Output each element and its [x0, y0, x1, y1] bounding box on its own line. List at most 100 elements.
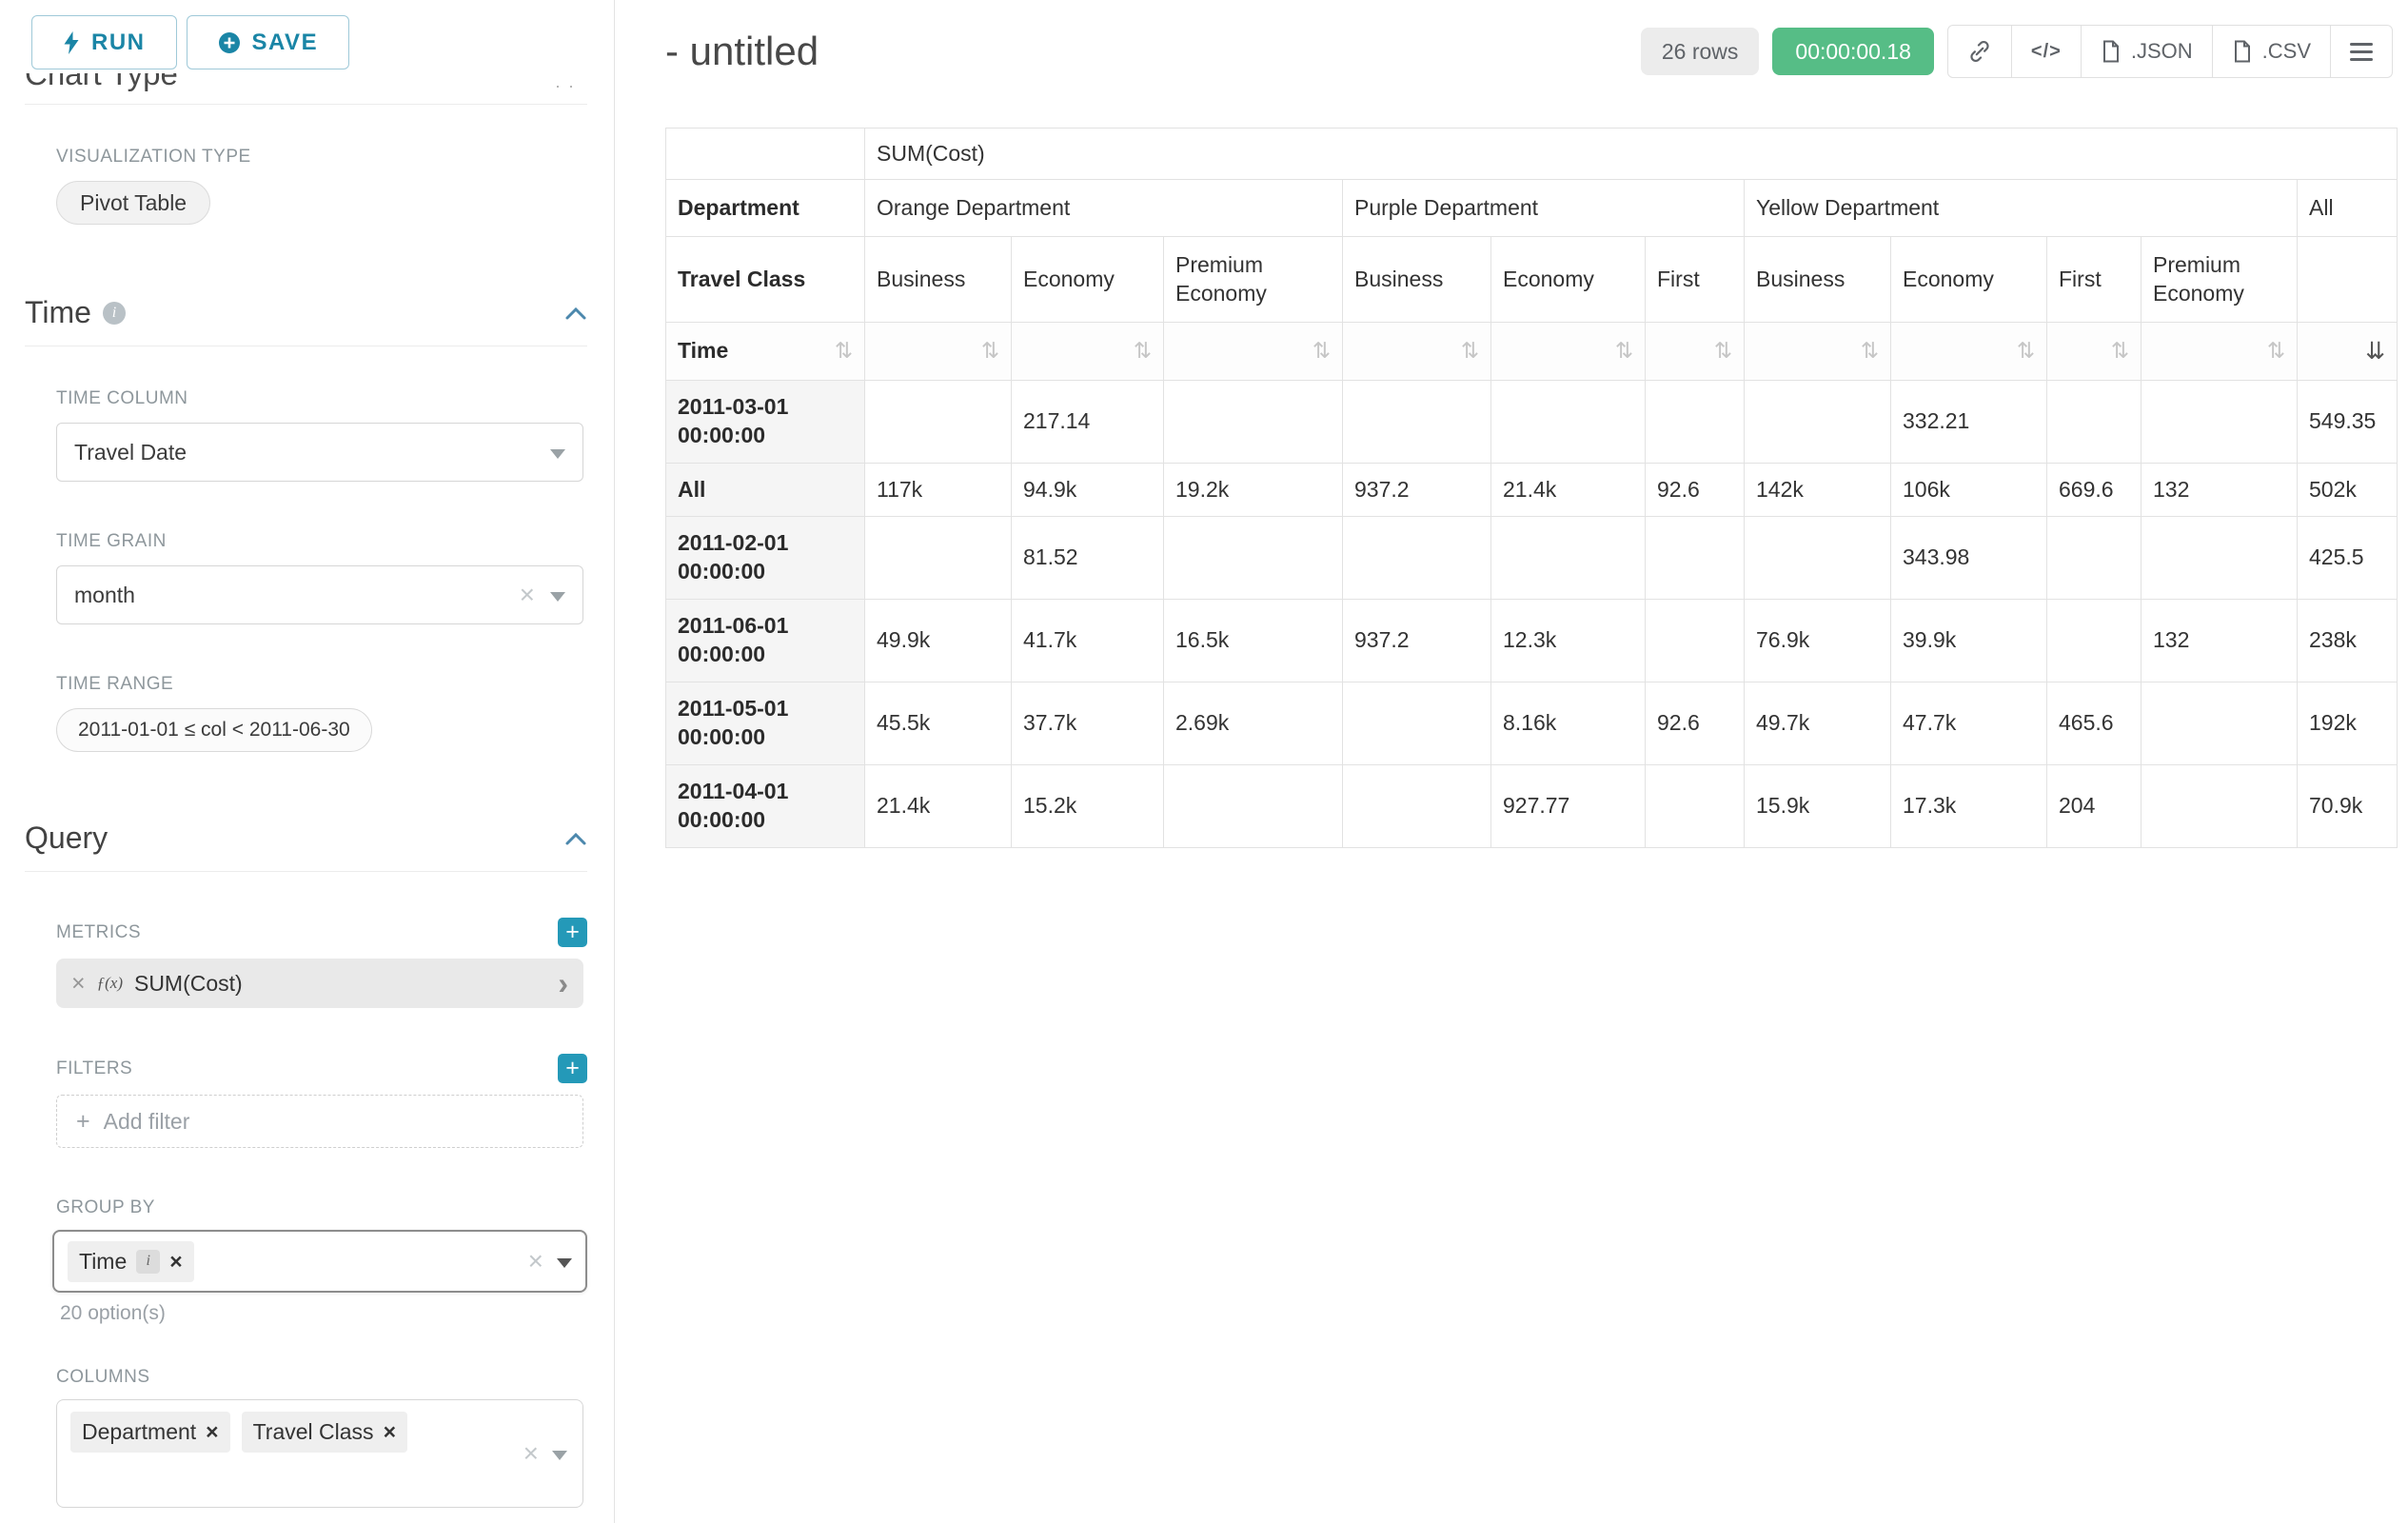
- sort-icon[interactable]: ⇅: [2267, 337, 2285, 366]
- pivot-class-header: Economy: [1012, 237, 1164, 323]
- clear-icon[interactable]: ×: [528, 1248, 543, 1275]
- filters-label: FILTERS: [56, 1058, 132, 1079]
- chart-type-heading-label: Chart Type: [25, 73, 587, 92]
- pivot-value-cell: [1343, 765, 1491, 848]
- time-section-header[interactable]: Time i: [25, 295, 587, 346]
- columns-value-travel-class[interactable]: Travel Class ×: [242, 1412, 407, 1453]
- menu-button[interactable]: [2331, 25, 2393, 78]
- pivot-value-cell: [1646, 600, 1745, 682]
- visualization-type-pill[interactable]: Pivot Table: [56, 181, 210, 225]
- caret-down-icon: [550, 592, 565, 602]
- pivot-value-cell: 2.69k: [1164, 682, 1343, 765]
- time-grain-select[interactable]: month ×: [56, 565, 583, 624]
- add-filter-label: Add filter: [104, 1109, 190, 1135]
- pivot-value-cell: 937.2: [1343, 600, 1491, 682]
- pivot-value-cell: 92.6: [1646, 682, 1745, 765]
- columns-value-label: Travel Class: [253, 1419, 374, 1445]
- pivot-class-header: Economy: [1891, 237, 2047, 323]
- sort-icon[interactable]: ⇅: [1461, 337, 1479, 366]
- pivot-sort-cell: ⇅: [1745, 323, 1891, 381]
- pivot-value-cell: [1343, 381, 1491, 464]
- pivot-class-header: Business: [1343, 237, 1491, 323]
- explore-view: RUN SAVE Chart Type ·· VISUALIZATION TYP…: [0, 0, 2408, 1523]
- file-icon: [2232, 40, 2253, 63]
- copy-link-button[interactable]: [1947, 25, 2012, 78]
- pivot-value-cell: 132: [2142, 464, 2298, 517]
- add-filter-plus-button[interactable]: +: [558, 1054, 587, 1083]
- hamburger-menu-icon: [2350, 43, 2373, 61]
- sort-icon[interactable]: ⇅: [1313, 337, 1331, 366]
- link-icon: [1967, 39, 1992, 64]
- pivot-data-row: 2011-05-01 00:00:0045.5k37.7k2.69k8.16k9…: [666, 682, 2398, 765]
- pivot-row-label: 2011-02-01 00:00:00: [666, 517, 865, 600]
- remove-icon[interactable]: ×: [169, 1251, 182, 1273]
- remove-metric-icon[interactable]: ×: [71, 972, 86, 996]
- sort-icon[interactable]: ⇅: [2017, 337, 2035, 366]
- pivot-value-cell: [1745, 517, 1891, 600]
- sort-descending-icon[interactable]: ⇊: [2365, 336, 2385, 367]
- run-button[interactable]: RUN: [31, 15, 177, 69]
- download-json-button[interactable]: .JSON: [2082, 25, 2213, 78]
- caret-down-icon[interactable]: [557, 1258, 572, 1268]
- save-button[interactable]: SAVE: [187, 15, 350, 69]
- pivot-row-label: All: [666, 464, 865, 517]
- expand-metric-icon[interactable]: ›: [558, 968, 568, 999]
- pivot-class-header: Economy: [1491, 237, 1646, 323]
- pivot-value-cell: [2142, 517, 2298, 600]
- sort-icon[interactable]: ⇅: [835, 337, 853, 366]
- pivot-sort-cell: ⇊: [2298, 323, 2398, 381]
- clear-icon[interactable]: ×: [523, 1440, 539, 1467]
- sort-icon[interactable]: ⇅: [1714, 337, 1732, 366]
- pivot-value-cell: 41.7k: [1012, 600, 1164, 682]
- time-column-label: TIME COLUMN: [56, 388, 614, 409]
- pivot-class-header: Premium Economy: [1164, 237, 1343, 323]
- chart-title: - untitled: [665, 29, 819, 74]
- chart-header: - untitled 26 rows 00:00:00.18 </> .JSON: [665, 25, 2398, 78]
- csv-button-label: .CSV: [2262, 39, 2311, 64]
- columns-value-department[interactable]: Department ×: [70, 1412, 230, 1453]
- download-csv-button[interactable]: .CSV: [2213, 25, 2331, 78]
- pivot-data-row: 2011-03-01 00:00:00217.14332.21549.35: [666, 381, 2398, 464]
- pivot-value-cell: 15.9k: [1745, 765, 1891, 848]
- pivot-class-header: Business: [1745, 237, 1891, 323]
- add-filter-button[interactable]: + Add filter: [56, 1095, 583, 1148]
- group-by-select[interactable]: Time i × ×: [52, 1230, 587, 1293]
- metric-item[interactable]: × ƒ(x) SUM(Cost) ›: [56, 959, 583, 1008]
- time-column-select[interactable]: Travel Date: [56, 423, 583, 482]
- chevron-up-icon[interactable]: [564, 306, 587, 321]
- pivot-value-cell: [2142, 765, 2298, 848]
- query-section-header[interactable]: Query: [25, 821, 587, 872]
- pivot-value-cell: [865, 517, 1012, 600]
- pivot-value-cell: 549.35: [2298, 381, 2398, 464]
- pivot-value-cell: [1164, 517, 1343, 600]
- pivot-value-cell: [2047, 600, 2142, 682]
- add-metric-button[interactable]: +: [558, 918, 587, 947]
- columns-select[interactable]: Department × Travel Class × ×: [56, 1399, 583, 1508]
- plus-icon: +: [76, 1110, 90, 1134]
- view-query-button[interactable]: </>: [2012, 25, 2082, 78]
- group-by-label: GROUP BY: [56, 1197, 614, 1218]
- time-range-pill[interactable]: 2011-01-01 ≤ col < 2011-06-30: [56, 708, 372, 752]
- pivot-row-label: 2011-03-01 00:00:00: [666, 381, 865, 464]
- sort-icon[interactable]: ⇅: [1861, 337, 1879, 366]
- pivot-value-cell: 47.7k: [1891, 682, 2047, 765]
- pivot-value-cell: 81.52: [1012, 517, 1164, 600]
- group-by-value-time[interactable]: Time i ×: [68, 1241, 194, 1282]
- remove-icon[interactable]: ×: [384, 1421, 396, 1443]
- pivot-value-cell: 94.9k: [1012, 464, 1164, 517]
- chart-panel: - untitled 26 rows 00:00:00.18 </> .JSON: [615, 0, 2408, 1523]
- time-column-value: Travel Date: [74, 440, 187, 465]
- pivot-col-dim-department: Department: [666, 180, 865, 237]
- clear-icon[interactable]: ×: [520, 582, 535, 608]
- caret-down-icon: [550, 449, 565, 459]
- action-button-row: RUN SAVE: [31, 15, 614, 69]
- remove-icon[interactable]: ×: [206, 1421, 218, 1443]
- sort-icon[interactable]: ⇅: [981, 337, 999, 366]
- sort-icon[interactable]: ⇅: [2111, 337, 2129, 366]
- sort-icon[interactable]: ⇅: [1615, 337, 1633, 366]
- sort-icon[interactable]: ⇅: [1134, 337, 1152, 366]
- chevron-up-icon[interactable]: [564, 831, 587, 846]
- pivot-value-cell: [1343, 682, 1491, 765]
- caret-down-icon[interactable]: [552, 1451, 567, 1460]
- save-button-label: SAVE: [252, 30, 319, 56]
